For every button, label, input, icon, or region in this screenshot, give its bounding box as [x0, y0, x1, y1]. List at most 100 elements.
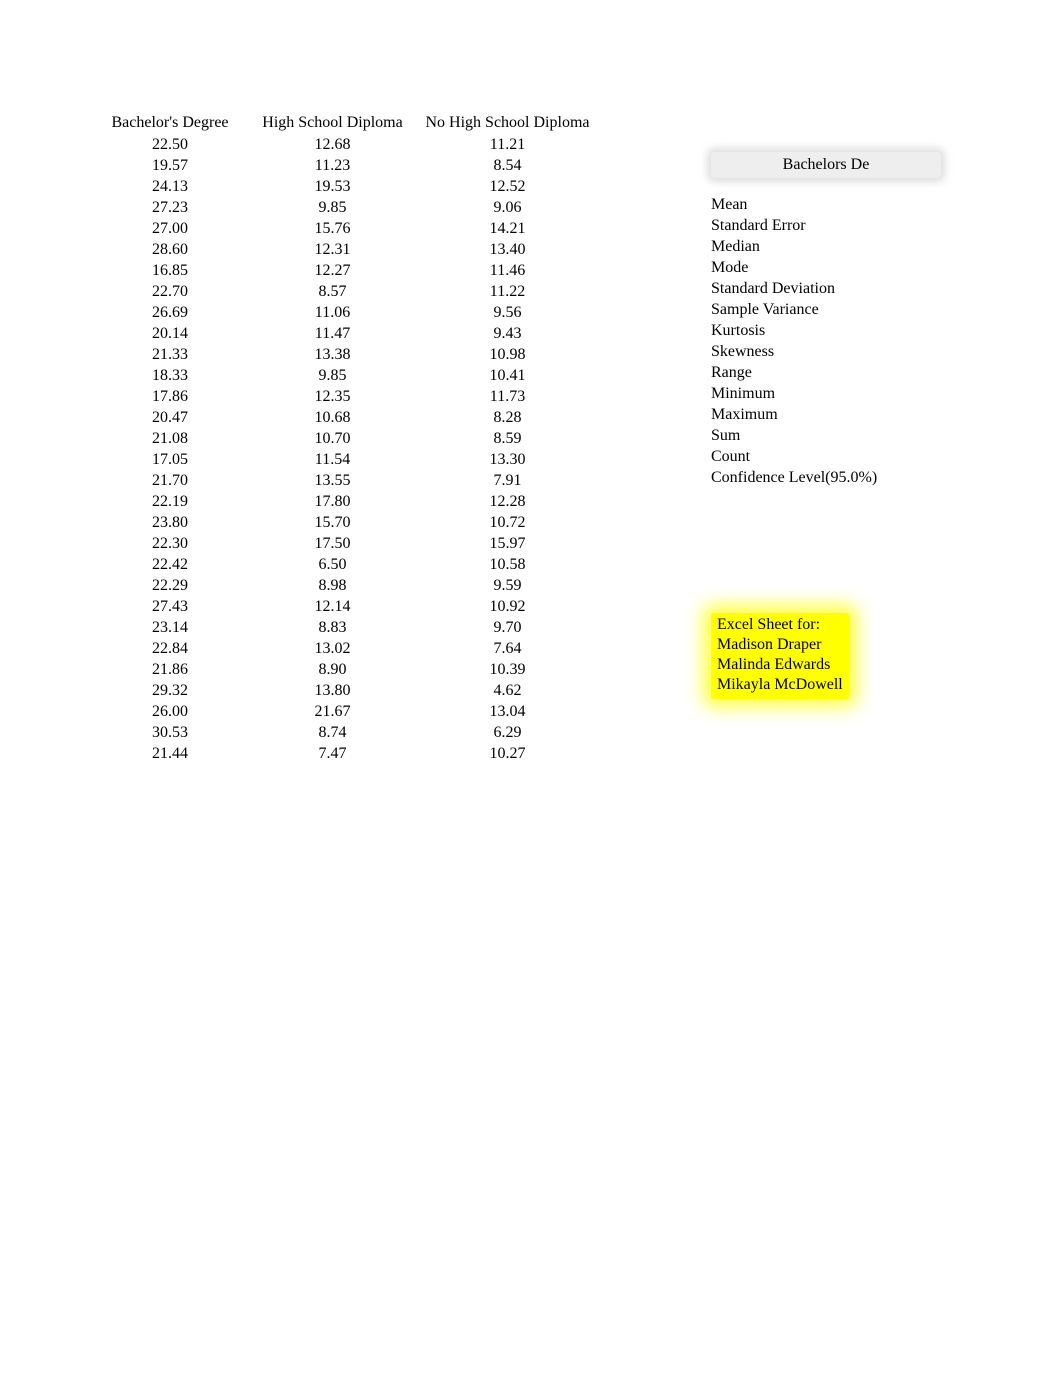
table-cell: 9.85 — [250, 365, 415, 386]
table-row: 22.1917.8012.28 — [90, 491, 600, 512]
table-row: 22.8413.027.64 — [90, 638, 600, 659]
table-cell: 13.40 — [415, 239, 600, 260]
table-cell: 13.38 — [250, 344, 415, 365]
column-header: High School Diploma — [250, 112, 415, 134]
table-row: 22.426.5010.58 — [90, 554, 600, 575]
table-cell: 9.85 — [250, 197, 415, 218]
table-cell: 8.28 — [415, 407, 600, 428]
table-cell: 10.39 — [415, 659, 600, 680]
table-cell: 21.08 — [90, 428, 250, 449]
table-row: 21.3313.3810.98 — [90, 344, 600, 365]
table-row: 29.3213.804.62 — [90, 680, 600, 701]
table-cell: 22.19 — [90, 491, 250, 512]
table-cell: 10.41 — [415, 365, 600, 386]
table-cell: 27.43 — [90, 596, 250, 617]
table-cell: 9.59 — [415, 575, 600, 596]
table-cell: 11.47 — [250, 323, 415, 344]
statistics-label: Median — [711, 236, 941, 257]
table-cell: 17.50 — [250, 533, 415, 554]
table-cell: 22.84 — [90, 638, 250, 659]
table-cell: 6.50 — [250, 554, 415, 575]
table-row: 30.538.746.29 — [90, 722, 600, 743]
table-cell: 8.74 — [250, 722, 415, 743]
table-cell: 17.86 — [90, 386, 250, 407]
table-row: 20.4710.688.28 — [90, 407, 600, 428]
table-cell: 24.13 — [90, 176, 250, 197]
table-cell: 21.44 — [90, 743, 250, 764]
table-cell: 11.06 — [250, 302, 415, 323]
table-cell: 21.70 — [90, 470, 250, 491]
table-cell: 12.27 — [250, 260, 415, 281]
table-cell: 11.54 — [250, 449, 415, 470]
table-row: 23.148.839.70 — [90, 617, 600, 638]
statistics-label: Standard Deviation — [711, 278, 941, 299]
table-cell: 8.54 — [415, 155, 600, 176]
table-row: 23.8015.7010.72 — [90, 512, 600, 533]
table-cell: 15.70 — [250, 512, 415, 533]
table-cell: 16.85 — [90, 260, 250, 281]
table-cell: 10.58 — [415, 554, 600, 575]
table-cell: 10.27 — [415, 743, 600, 764]
table-cell: 9.56 — [415, 302, 600, 323]
table-cell: 22.50 — [90, 134, 250, 155]
table-cell: 27.00 — [90, 218, 250, 239]
table-row: 21.0810.708.59 — [90, 428, 600, 449]
table-cell: 22.42 — [90, 554, 250, 575]
table-cell: 21.67 — [250, 701, 415, 722]
table-cell: 8.59 — [415, 428, 600, 449]
table-cell: 30.53 — [90, 722, 250, 743]
table-row: 17.0511.5413.30 — [90, 449, 600, 470]
table-body: 22.5012.6811.2119.5711.238.5424.1319.531… — [90, 134, 600, 764]
table-cell: 22.70 — [90, 281, 250, 302]
table-cell: 13.55 — [250, 470, 415, 491]
statistics-header: Bachelors De — [711, 152, 941, 178]
table-row: 22.3017.5015.97 — [90, 533, 600, 554]
table-row: 20.1411.479.43 — [90, 323, 600, 344]
table-row: 19.5711.238.54 — [90, 155, 600, 176]
table-cell: 20.47 — [90, 407, 250, 428]
table-cell: 23.80 — [90, 512, 250, 533]
table-row: 18.339.8510.41 — [90, 365, 600, 386]
table-row: 28.6012.3113.40 — [90, 239, 600, 260]
table-row: 22.298.989.59 — [90, 575, 600, 596]
table-cell: 18.33 — [90, 365, 250, 386]
table-cell: 29.32 — [90, 680, 250, 701]
table-cell: 10.92 — [415, 596, 600, 617]
note-line: Madison Draper — [717, 635, 843, 655]
table-row: 27.0015.7614.21 — [90, 218, 600, 239]
note-line: Excel Sheet for: — [717, 615, 843, 635]
table-cell: 7.64 — [415, 638, 600, 659]
table-cell: 21.33 — [90, 344, 250, 365]
table-cell: 27.23 — [90, 197, 250, 218]
page-container: Bachelor's Degree High School Diploma No… — [0, 0, 1062, 764]
data-table: Bachelor's Degree High School Diploma No… — [90, 112, 600, 764]
table-cell: 11.46 — [415, 260, 600, 281]
note-line: Mikayla McDowell — [717, 675, 843, 695]
table-cell: 21.86 — [90, 659, 250, 680]
table-cell: 11.73 — [415, 386, 600, 407]
table-cell: 22.30 — [90, 533, 250, 554]
table-cell: 15.97 — [415, 533, 600, 554]
statistics-label: Maximum — [711, 404, 941, 425]
table-cell: 10.72 — [415, 512, 600, 533]
table-cell: 7.91 — [415, 470, 600, 491]
table-cell: 26.00 — [90, 701, 250, 722]
table-row: 27.4312.1410.92 — [90, 596, 600, 617]
table-cell: 9.70 — [415, 617, 600, 638]
table-cell: 15.76 — [250, 218, 415, 239]
table-row: 17.8612.3511.73 — [90, 386, 600, 407]
table-cell: 8.57 — [250, 281, 415, 302]
statistics-label: Count — [711, 446, 941, 467]
table-row: 16.8512.2711.46 — [90, 260, 600, 281]
table-row: 27.239.859.06 — [90, 197, 600, 218]
table-cell: 12.35 — [250, 386, 415, 407]
table-row: 24.1319.5312.52 — [90, 176, 600, 197]
statistics-label: Sample Variance — [711, 299, 941, 320]
table-cell: 11.22 — [415, 281, 600, 302]
table-cell: 12.31 — [250, 239, 415, 260]
column-header: Bachelor's Degree — [90, 112, 250, 134]
highlighted-note: Excel Sheet for:Madison DraperMalinda Ed… — [711, 613, 849, 699]
table-cell: 14.21 — [415, 218, 600, 239]
table-row: 21.447.4710.27 — [90, 743, 600, 764]
statistics-label: Skewness — [711, 341, 941, 362]
